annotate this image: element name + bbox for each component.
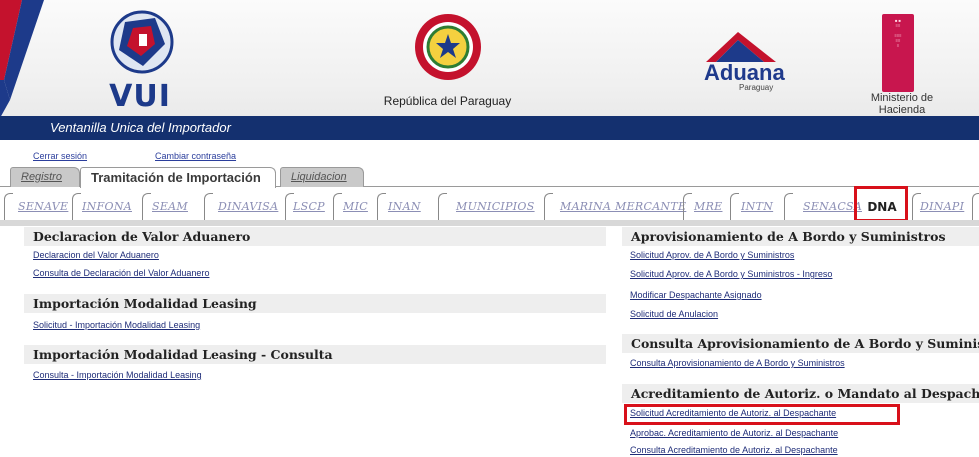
link-consulta-aprov[interactable]: Consulta Aprovisionamiento de A Bordo y … — [630, 358, 845, 368]
link-solicitud-aprov-ingreso[interactable]: Solicitud Aprov. de A Bordo y Suministro… — [630, 269, 832, 279]
ministerio-name: Ministerio de Hacienda — [870, 92, 934, 116]
tab-separator — [438, 193, 447, 220]
vui-logo-text: VUI — [109, 79, 171, 114]
subtab-intn[interactable]: INTN — [741, 200, 773, 213]
paraguay-seal-icon — [415, 14, 481, 80]
subtab-seam[interactable]: SEAM — [152, 200, 188, 213]
brand-stripe-graphic — [0, 0, 44, 118]
section-consulta-aprov-header: Consulta Aprovisionamiento de A Bordo y … — [622, 334, 979, 353]
app-title: Ventanilla Unica del Importador — [50, 120, 231, 135]
section-leasing-header: Importación Modalidad Leasing — [24, 294, 606, 313]
subtab-mic[interactable]: MIC — [343, 200, 368, 213]
tab-separator — [377, 193, 386, 220]
tab-separator — [683, 193, 692, 220]
subtab-mre[interactable]: MRE — [694, 200, 722, 213]
dna-highlight-box — [854, 186, 908, 222]
subtab-dinavisa[interactable]: DINAVISA — [218, 200, 278, 213]
section-leasing-consulta-header: Importación Modalidad Leasing - Consulta — [24, 345, 606, 364]
tab-tramitacion-importacion[interactable]: Tramitación de Importación — [80, 167, 276, 188]
change-password-link[interactable]: Cambiar contraseña — [155, 151, 236, 161]
subtab-marina-mercante[interactable]: MARINA MERCANTE — [560, 200, 686, 213]
section-valor-aduanero-header: Declaracion de Valor Aduanero — [24, 227, 606, 246]
tab-separator — [972, 193, 979, 220]
solicitud-highlight-box — [624, 404, 900, 425]
tab-separator — [72, 193, 81, 220]
link-consulta-acreditamiento[interactable]: Consulta Acreditamiento de Autoriz. al D… — [630, 445, 838, 455]
tab-liquidacion[interactable]: Liquidacion — [280, 167, 364, 187]
sub-tab-divider — [0, 220, 979, 226]
logout-link[interactable]: Cerrar sesión — [33, 151, 87, 161]
tab-separator — [333, 193, 342, 220]
link-declaracion-valor-aduanero[interactable]: Declaracion del Valor Aduanero — [33, 250, 159, 260]
title-bar: Ventanilla Unica del Importador — [0, 116, 979, 140]
tab-separator — [204, 193, 213, 220]
link-solicitud-aprov[interactable]: Solicitud Aprov. de A Bordo y Suministro… — [630, 250, 794, 260]
tab-separator — [544, 193, 553, 220]
link-solicitud-anulacion[interactable]: Solicitud de Anulacion — [630, 309, 718, 319]
section-aprovisionamiento-header: Aprovisionamiento de A Bordo y Suministr… — [622, 227, 979, 246]
link-solicitud-leasing[interactable]: Solicitud - Importación Modalidad Leasin… — [33, 320, 200, 330]
tab-registro[interactable]: Registro — [10, 167, 80, 187]
tab-separator — [4, 193, 13, 220]
section-acreditamiento-header: Acreditamiento de Autoriz. o Mandato al … — [622, 384, 979, 403]
aduana-logo-subtext: Paraguay — [739, 83, 774, 92]
subtab-dinapi[interactable]: DINAPI — [920, 200, 964, 213]
tab-separator — [730, 193, 739, 220]
subtab-inan[interactable]: INAN — [388, 200, 421, 213]
tab-separator — [784, 193, 793, 220]
link-aprobac-acreditamiento[interactable]: Aprobac. Acreditamiento de Autoriz. al D… — [630, 428, 838, 438]
ministerio-logo-icon: ■ ■ ≡≡ ≡≡≡ ≡≡ ≡ — [882, 14, 914, 92]
subtab-infona[interactable]: INFONA — [82, 200, 132, 213]
subtab-lscp[interactable]: LSCP — [293, 200, 325, 213]
subtab-senave[interactable]: SENAVE — [18, 200, 68, 213]
link-consulta-leasing[interactable]: Consulta - Importación Modalidad Leasing — [33, 370, 202, 380]
subtab-municipios[interactable]: MUNICIPIOS — [456, 200, 535, 213]
tab-separator — [142, 193, 151, 220]
link-modificar-despachante[interactable]: Modificar Despachante Asignado — [630, 290, 762, 300]
country-name: República del Paraguay — [383, 94, 512, 108]
link-consulta-declaracion-valor[interactable]: Consulta de Declaración del Valor Aduane… — [33, 268, 209, 278]
page-header: VUI República del Paraguay Aduana Paragu… — [0, 0, 979, 140]
